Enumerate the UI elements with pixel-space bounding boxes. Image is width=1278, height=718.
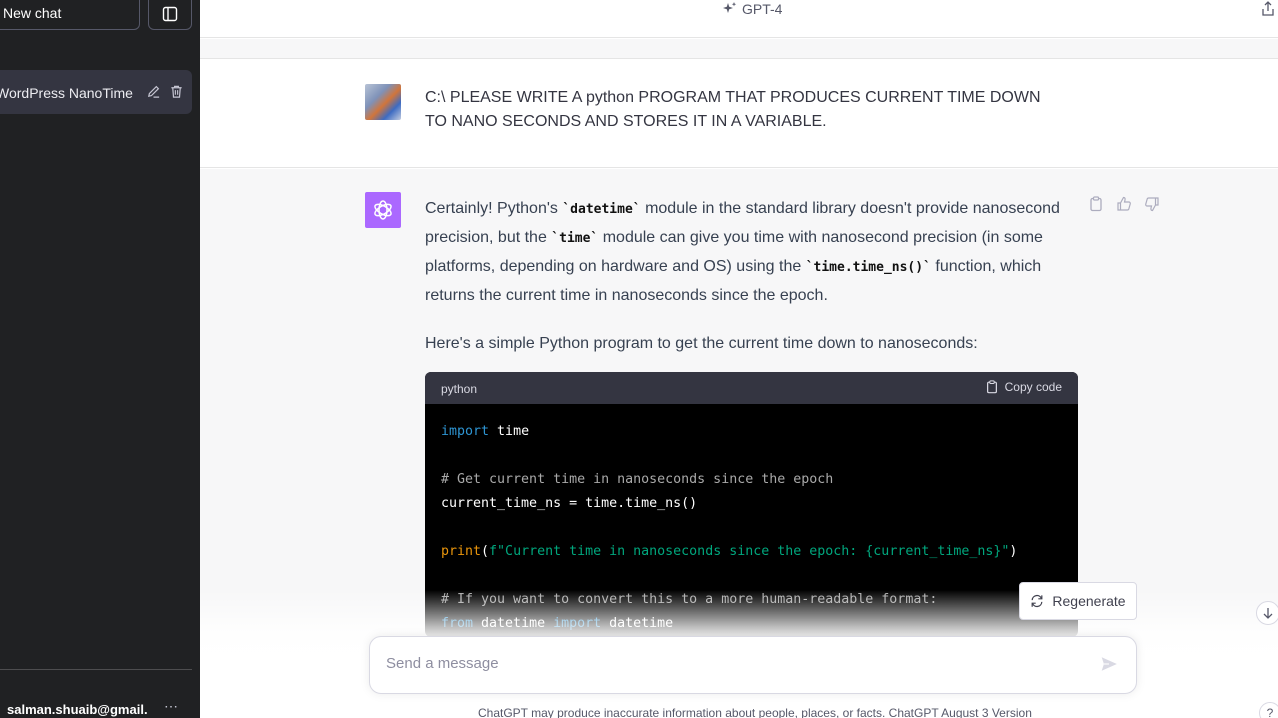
new-chat-label: New chat — [3, 5, 62, 21]
help-button[interactable]: ? — [1259, 702, 1278, 718]
sparkle-icon — [723, 2, 737, 13]
thumbs-up-icon[interactable] — [1116, 196, 1132, 212]
code-text: ) — [1009, 544, 1018, 559]
arrow-down-icon — [1263, 608, 1273, 619]
answer-paragraph: Certainly! Python's `datetime` module in… — [425, 195, 1073, 310]
code-language-label: python — [441, 382, 478, 396]
edit-icon[interactable] — [146, 84, 161, 99]
sidebar-chat-item[interactable]: WordPress NanoTime P — [0, 70, 192, 114]
disclaimer: ChatGPT may produce inaccurate informati… — [478, 706, 1032, 718]
copy-code-button[interactable]: Copy code — [985, 380, 1062, 394]
regenerate-button[interactable]: Regenerate — [1019, 582, 1137, 620]
code-text: time — [489, 424, 530, 439]
code-keyword: import — [553, 616, 602, 631]
copy-icon[interactable] — [1088, 196, 1104, 212]
sidebar: New chat WordPress NanoTime P salman.shu… — [0, 0, 200, 718]
trash-icon[interactable] — [169, 84, 184, 99]
inline-code: `time.time_ns()` — [805, 260, 931, 275]
code-keyword: from — [441, 616, 474, 631]
header: GPT-4 — [200, 0, 1278, 38]
scroll-down-button[interactable] — [1256, 601, 1278, 625]
code-comment: # If you want to convert this to a more … — [441, 592, 938, 607]
model-selector[interactable]: GPT-4 — [722, 1, 782, 17]
message-actions — [1088, 196, 1160, 212]
code-content: import time # Get current time in nanose… — [425, 404, 1078, 637]
code-text: ( — [481, 544, 490, 559]
sidebar-toggle-button[interactable] — [148, 0, 192, 30]
chat-item-label: WordPress NanoTime P — [0, 85, 136, 101]
copy-code-label: Copy code — [1004, 380, 1062, 394]
answer-text: Certainly! Python's — [425, 200, 563, 217]
code-keyword: import — [441, 424, 490, 439]
assistant-message-text: Certainly! Python's `datetime` module in… — [425, 195, 1073, 358]
code-string: f"Current time in nanoseconds since the … — [489, 544, 1010, 559]
code-block: python Copy code import time # Get curre… — [425, 372, 1078, 637]
user-message-text: C:\ PLEASE WRITE A python PROGRAM THAT P… — [425, 89, 1041, 130]
previous-message-edge — [200, 39, 1278, 59]
sidebar-divider — [0, 669, 192, 670]
clipboard-icon — [986, 380, 997, 394]
user-menu-button[interactable]: ⋯ — [164, 698, 179, 715]
code-text: current_time_ns = time.time_ns() — [441, 496, 698, 511]
message-composer — [369, 636, 1137, 694]
send-icon[interactable] — [1100, 655, 1118, 678]
new-chat-button[interactable]: New chat — [0, 0, 140, 30]
regenerate-label: Regenerate — [1052, 593, 1126, 609]
answer-paragraph: Here's a simple Python program to get th… — [425, 335, 978, 352]
chatgpt-logo-icon — [365, 192, 401, 228]
code-text: datetime — [601, 616, 674, 631]
model-label: GPT-4 — [742, 1, 783, 17]
inline-code: `datetime` — [562, 202, 641, 217]
user-avatar — [365, 84, 401, 120]
code-comment: # Get current time in nanoseconds since … — [441, 472, 834, 487]
inline-code: `time` — [551, 231, 599, 246]
sidebar-toggle-icon — [162, 6, 178, 22]
code-function: print — [441, 544, 482, 559]
thumbs-down-icon[interactable] — [1144, 196, 1160, 212]
user-message: C:\ PLEASE WRITE A python PROGRAM THAT P… — [200, 60, 1278, 168]
user-account[interactable]: salman.shuaib@gmail. — [7, 702, 148, 717]
refresh-icon — [1031, 594, 1043, 608]
share-icon[interactable] — [1260, 1, 1276, 22]
code-text: datetime — [473, 616, 554, 631]
code-block-header: python Copy code — [425, 372, 1078, 404]
message-input[interactable] — [386, 655, 1066, 672]
